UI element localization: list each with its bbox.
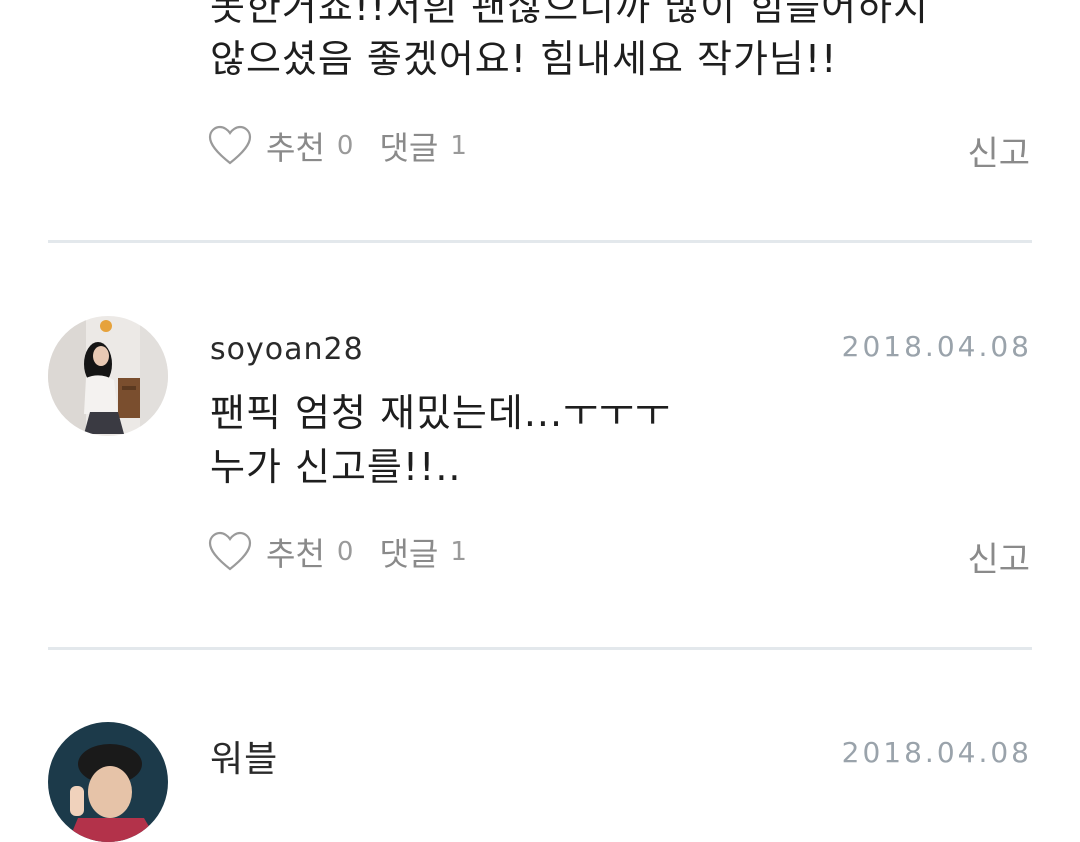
- like-button[interactable]: 추천 0: [208, 529, 353, 575]
- like-count: 0: [336, 537, 354, 567]
- like-count: 0: [336, 131, 354, 161]
- report-button[interactable]: 신고: [967, 126, 1030, 175]
- heart-outline-icon: [208, 125, 252, 165]
- reply-count: 1: [450, 131, 467, 161]
- like-label: 추천: [266, 129, 325, 167]
- comment-body-line: 못한거죠!!저흰 괜찮으니까 많이 힘들어하지: [210, 0, 929, 29]
- heart-outline-icon: [208, 531, 252, 571]
- comment-body-line: 않으셨음 좋겠어요! 힘내세요 작가님!!: [210, 37, 838, 81]
- avatar-image: [48, 316, 168, 436]
- report-button[interactable]: 신고: [967, 532, 1030, 581]
- comment-body-line: 누가 신고를!!..: [210, 445, 462, 489]
- username[interactable]: soyoan28: [210, 332, 364, 367]
- reply-button[interactable]: 댓글 1: [379, 123, 466, 169]
- reply-button[interactable]: 댓글 1: [379, 529, 466, 575]
- username[interactable]: 워블: [210, 730, 278, 782]
- avatar[interactable]: [48, 722, 168, 842]
- divider: [48, 647, 1032, 650]
- reply-count: 1: [450, 537, 467, 567]
- comment-date: 2018.04.08: [841, 736, 1032, 769]
- avatar-image: [48, 722, 168, 842]
- comment-date: 2018.04.08: [841, 330, 1032, 363]
- like-label: 추천: [266, 535, 325, 573]
- comment-actions: 추천 0 댓글 1: [208, 530, 467, 574]
- avatar[interactable]: [48, 316, 168, 436]
- divider: [48, 240, 1032, 243]
- reply-label: 댓글: [379, 129, 439, 167]
- reply-label: 댓글: [379, 535, 439, 573]
- comment-body-line: 팬픽 엄청 재밌는데...ㅜㅜㅜ: [210, 391, 671, 435]
- comment-actions: 추천 0 댓글 1: [208, 124, 467, 168]
- like-button[interactable]: 추천 0: [208, 123, 353, 169]
